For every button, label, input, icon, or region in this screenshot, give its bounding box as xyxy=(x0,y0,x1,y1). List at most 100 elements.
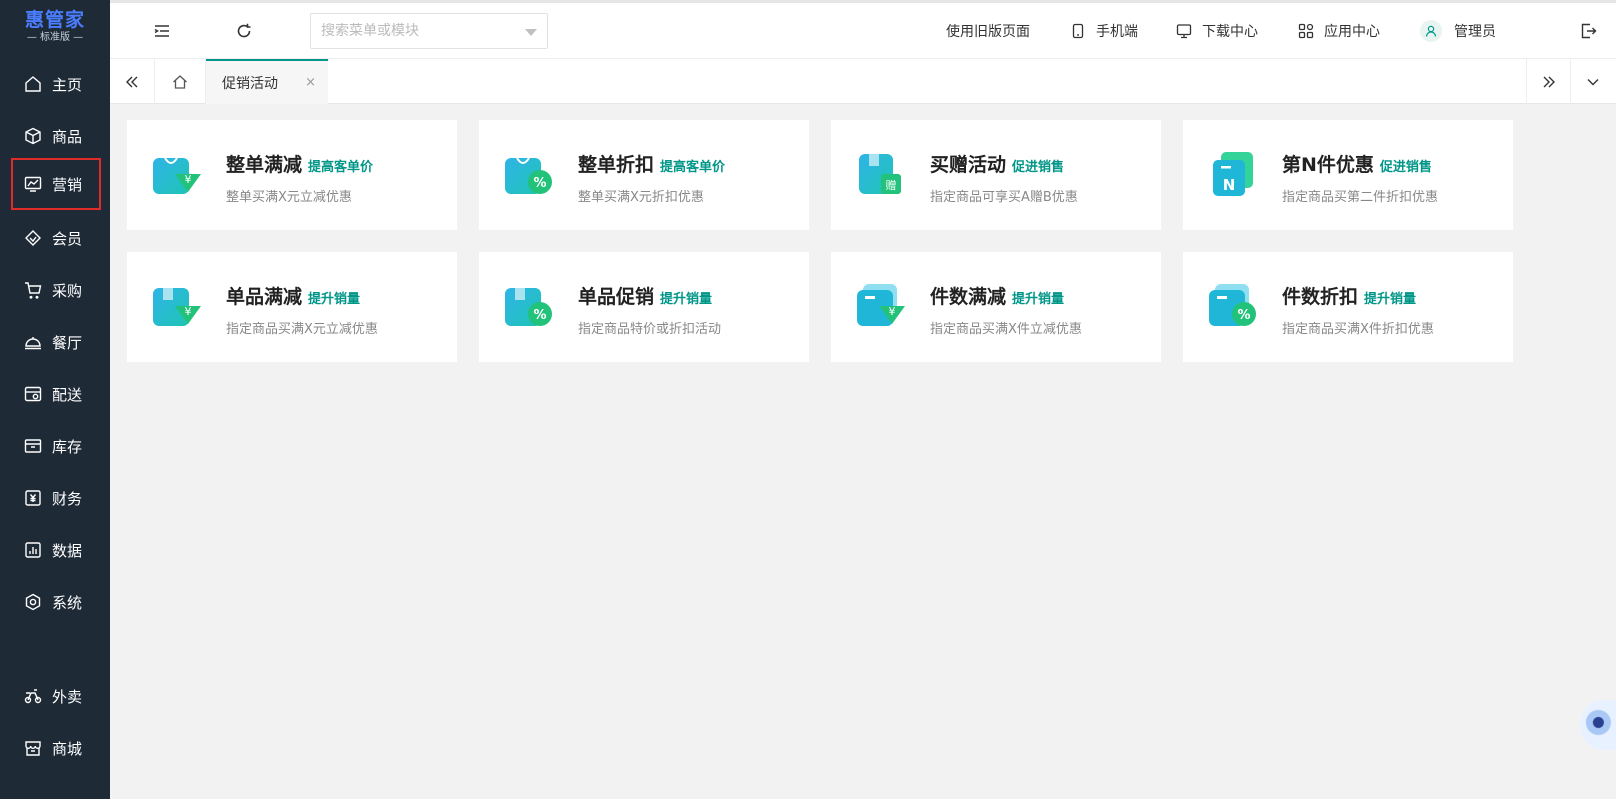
sidebar-item-products[interactable]: 商品 xyxy=(0,110,110,162)
user-menu[interactable]: 管理员 xyxy=(1420,20,1496,42)
svg-text:赠: 赠 xyxy=(886,178,897,192)
tab-home[interactable] xyxy=(154,59,206,104)
card-description: 指定商品特价或折扣活动 xyxy=(578,322,722,337)
card-tag: 提升销量 xyxy=(660,292,713,307)
tab-options-button[interactable] xyxy=(1570,59,1614,104)
tab-bar: 促销活动 × xyxy=(110,58,1616,104)
bag-yen-icon: ¥ xyxy=(151,150,205,200)
card-title: 单品促销 提升销量 xyxy=(578,286,713,308)
card-description: 指定商品买满X件折扣优惠 xyxy=(1282,322,1434,337)
monitor-icon xyxy=(1176,24,1192,39)
box-icon xyxy=(24,127,42,145)
member-icon xyxy=(24,229,42,247)
sidebar-item-finance[interactable]: 财务 xyxy=(0,472,110,524)
item-yen-icon: ¥ xyxy=(151,282,205,332)
promo-card-count-discount[interactable]: ¥ 件数满减 提升销量 指定商品买满X件立减优惠 xyxy=(831,252,1161,362)
sidebar-item-marketing[interactable]: 营销 xyxy=(11,158,101,210)
card-description: 指定商品买满X元立减优惠 xyxy=(226,322,378,337)
sidebar-item-data[interactable]: 数据 xyxy=(0,524,110,576)
svg-text:%: % xyxy=(1237,308,1250,323)
card-tag: 促进销售 xyxy=(1379,160,1432,175)
apps-label: 应用中心 xyxy=(1324,24,1380,40)
card-description: 指定商品可享买A赠B优惠 xyxy=(930,190,1078,205)
card-tag: 提升销量 xyxy=(308,292,361,307)
delivery-icon xyxy=(24,385,42,403)
assistant-float-button[interactable] xyxy=(1580,700,1616,750)
tab-label: 促销活动 xyxy=(222,75,278,92)
menu-search-select[interactable] xyxy=(310,13,548,49)
promo-card-item-discount[interactable]: ¥ 单品满减 提升销量 指定商品买满X元立减优惠 xyxy=(127,252,457,362)
refresh-icon xyxy=(237,23,251,38)
sidebar-item-delivery[interactable]: 配送 xyxy=(0,368,110,420)
sidebar-item-restaurant[interactable]: 餐厅 xyxy=(0,316,110,368)
bag-percent-icon: % xyxy=(503,150,557,200)
sidebar-item-label: 商城 xyxy=(52,739,83,758)
sidebar-item-inventory[interactable]: 库存 xyxy=(0,420,110,472)
card-description: 指定商品买满X件立减优惠 xyxy=(930,322,1082,337)
sidebar-item-system[interactable]: 系统 xyxy=(0,576,110,628)
svg-text:N: N xyxy=(1223,176,1236,194)
shop-icon xyxy=(24,739,42,757)
avatar xyxy=(1420,20,1442,42)
collapse-menu-button[interactable] xyxy=(144,13,180,49)
card-tag: 提高客单价 xyxy=(308,160,374,175)
mobile-label: 手机端 xyxy=(1096,24,1138,40)
sidebar-item-takeout[interactable]: 外卖 xyxy=(0,670,110,722)
sidebar-item-purchase[interactable]: 采购 xyxy=(0,264,110,316)
nth-item-icon: N xyxy=(1207,150,1261,200)
sidebar-item-home[interactable]: 主页 xyxy=(0,58,110,110)
marketing-icon xyxy=(24,175,42,193)
card-description: 指定商品买第二件折扣优惠 xyxy=(1282,190,1439,205)
mobile-link[interactable]: 手机端 xyxy=(1070,21,1138,41)
double-chevron-right-icon xyxy=(1543,76,1555,87)
sidebar-item-label: 采购 xyxy=(52,281,83,300)
promo-card-order-percent[interactable]: % 整单折扣 提高客单价 整单买满X元折扣优惠 xyxy=(479,120,809,230)
sidebar-item-label: 数据 xyxy=(52,541,83,560)
logo-subtitle: — 标准版 — xyxy=(26,32,84,43)
tab-promotions[interactable]: 促销活动 × xyxy=(206,59,328,104)
refresh-button[interactable] xyxy=(226,13,262,49)
sidebar-item-mall[interactable]: 商城 xyxy=(0,722,110,774)
svg-text:%: % xyxy=(533,176,546,191)
top-header: 使用旧版页面 手机端 下载中心 应用中心 管理员 xyxy=(110,0,1616,58)
chevron-down-icon xyxy=(1587,78,1598,85)
sidebar-item-label: 财务 xyxy=(52,489,83,508)
sidebar-item-members[interactable]: 会员 xyxy=(0,212,110,264)
chart-icon xyxy=(24,541,42,559)
card-title: 第N件优惠 促进销售 xyxy=(1282,154,1432,176)
item-percent-icon: % xyxy=(503,282,557,332)
count-yen-icon: ¥ xyxy=(855,282,909,332)
sidebar-item-label: 库存 xyxy=(52,437,83,456)
user-name: 管理员 xyxy=(1454,24,1496,40)
card-title: 单品满减 提升销量 xyxy=(226,286,361,308)
card-title: 整单折扣 提高客单价 xyxy=(578,154,726,176)
sidebar-item-label: 商品 xyxy=(52,127,83,146)
search-input[interactable] xyxy=(321,23,511,39)
svg-text:%: % xyxy=(533,308,546,323)
chevron-down-icon[interactable] xyxy=(525,29,537,36)
scroll-tabs-left-button[interactable] xyxy=(110,59,154,104)
sidebar-item-label: 餐厅 xyxy=(52,333,83,352)
card-tag: 提升销量 xyxy=(1364,292,1417,307)
promo-card-buy-gift[interactable]: 赠 买赠活动 促进销售 指定商品可享买A赠B优惠 xyxy=(831,120,1161,230)
old-page-label: 使用旧版页面 xyxy=(946,24,1030,40)
logo-title: 惠管家 xyxy=(24,9,85,31)
promo-card-order-discount[interactable]: ¥ 整单满减 提高客单价 整单买满X元立减优惠 xyxy=(127,120,457,230)
app-center-link[interactable]: 应用中心 xyxy=(1298,21,1380,41)
promo-card-count-percent[interactable]: % 件数折扣 提升销量 指定商品买满X件折扣优惠 xyxy=(1183,252,1513,362)
logo: 惠管家 — 标准版 — xyxy=(0,0,110,54)
close-icon[interactable]: × xyxy=(305,75,316,90)
old-page-link[interactable]: 使用旧版页面 xyxy=(946,21,1030,41)
sidebar-item-label: 会员 xyxy=(52,229,83,248)
download-center-link[interactable]: 下载中心 xyxy=(1176,21,1258,41)
logout-button[interactable] xyxy=(1570,13,1606,49)
sidebar-item-label: 配送 xyxy=(52,385,83,404)
menu-fold-icon xyxy=(154,25,169,37)
user-icon xyxy=(1425,25,1437,37)
promo-card-nth-item[interactable]: N 第N件优惠 促进销售 指定商品买第二件折扣优惠 xyxy=(1183,120,1513,230)
scroll-tabs-right-button[interactable] xyxy=(1526,59,1570,104)
phone-icon xyxy=(1072,23,1084,39)
home-icon xyxy=(24,75,42,93)
card-tag: 提高客单价 xyxy=(660,160,726,175)
promo-card-item-promo[interactable]: % 单品促销 提升销量 指定商品特价或折扣活动 xyxy=(479,252,809,362)
